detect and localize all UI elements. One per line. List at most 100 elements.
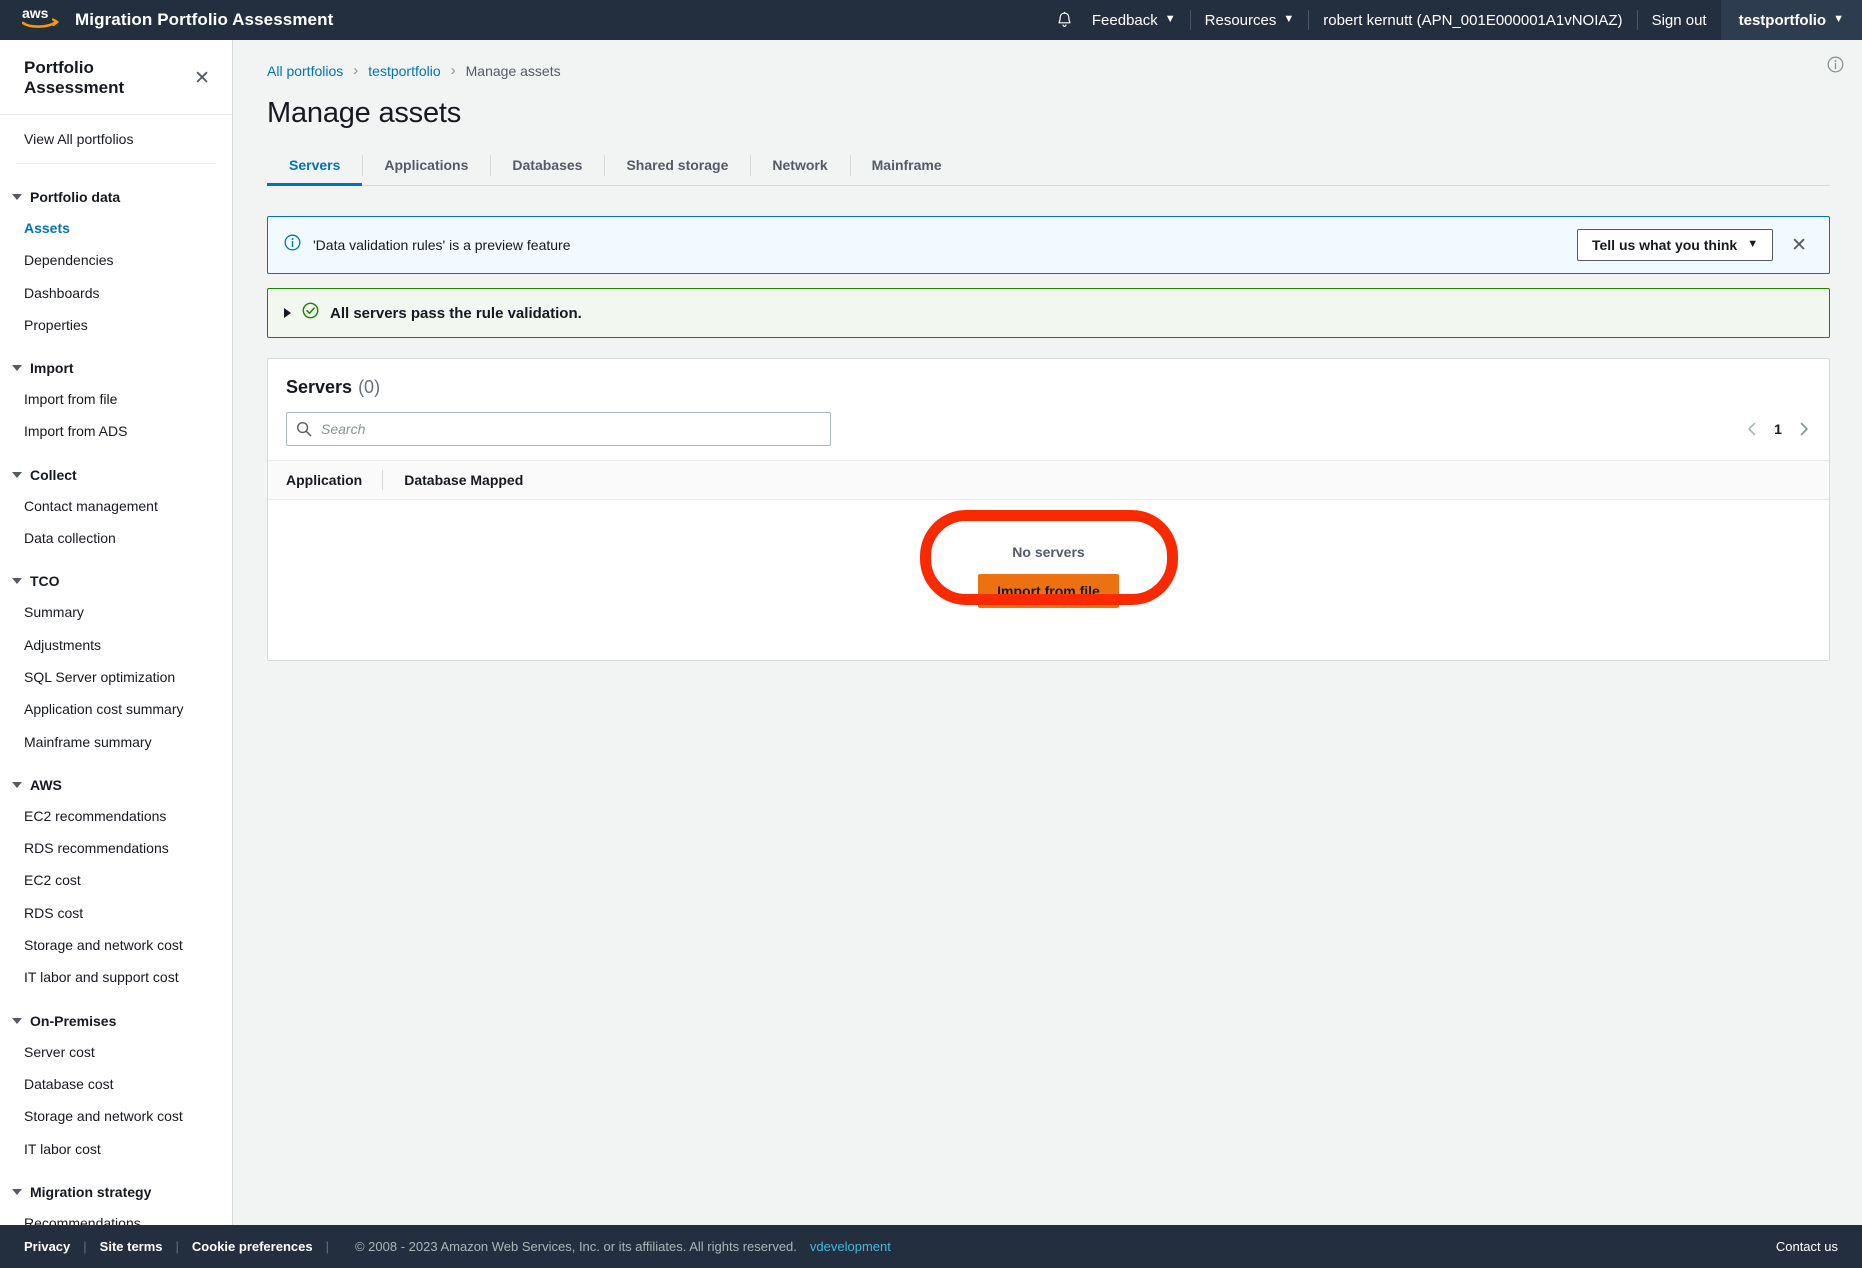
breadcrumb-item[interactable]: All portfolios (267, 63, 343, 79)
rule-validation-text: All servers pass the rule validation. (330, 304, 582, 322)
column-header[interactable]: Database Mapped (382, 470, 543, 490)
sidebar-group-header[interactable]: Migration strategy (0, 1177, 232, 1207)
tab-network[interactable]: Network (750, 146, 849, 185)
contact-us-link[interactable]: Contact us (1776, 1239, 1838, 1254)
triangle-down-icon (12, 471, 22, 478)
tab-applications[interactable]: Applications (362, 146, 490, 185)
sidebar-item-dependencies[interactable]: Dependencies (0, 244, 232, 276)
portfolio-switcher[interactable]: testportfolio ▼ (1720, 0, 1862, 40)
privacy-link[interactable]: Privacy (24, 1239, 70, 1254)
sidebar-group: AWS EC2 recommendations RDS recommendation… (0, 770, 232, 994)
rule-validation-banner: All servers pass the rule validation. (267, 288, 1830, 338)
pagination-page-number[interactable]: 1 (1773, 421, 1783, 437)
sidebar-item-storage-and-network-cost[interactable]: Storage and network cost (0, 1100, 232, 1132)
sidebar-group-label: Collect (30, 466, 77, 483)
info-circle-icon (284, 234, 301, 256)
sidebar-item-sql-server-optimization[interactable]: SQL Server optimization (0, 661, 232, 693)
sidebar-item-recommendations[interactable]: Recommendations (0, 1207, 232, 1225)
tab-mainframe[interactable]: Mainframe (849, 146, 964, 185)
dismiss-banner-icon[interactable]: ✕ (1785, 234, 1813, 257)
servers-table-card: Servers (0) Search 1 Application Databas… (267, 358, 1830, 661)
chevron-down-icon: ▼ (1833, 12, 1844, 25)
feedback-menu[interactable]: Feedback ▼ (1078, 0, 1190, 40)
sidebar-group: TCO Summary Adjustments SQL Server optimiza… (0, 566, 232, 757)
sidebar-item-rds-cost[interactable]: RDS cost (0, 897, 232, 929)
view-all-portfolios-link[interactable]: View All portfolios (24, 131, 133, 147)
sidebar-item-database-cost[interactable]: Database cost (0, 1068, 232, 1100)
sidebar-item-ec2-recommendations[interactable]: EC2 recommendations (0, 800, 232, 832)
breadcrumb-separator-icon: › (450, 62, 456, 79)
site-terms-link[interactable]: Site terms (100, 1239, 163, 1254)
top-navigation-bar: aws Migration Portfolio Assessment Feedb… (0, 0, 1862, 40)
resources-menu[interactable]: Resources ▼ (1191, 0, 1309, 40)
chevron-down-icon: ▼ (1747, 237, 1759, 250)
sidebar-title: Portfolio Assessment (24, 58, 125, 97)
close-icon[interactable]: ✕ (190, 67, 214, 90)
sidebar-header: Portfolio Assessment ✕ (0, 40, 232, 115)
account-label: robert kernutt (APN_001E000001A1vNOIAZ) (1323, 11, 1623, 29)
sidebar-item-it-labor-cost[interactable]: IT labor cost (0, 1133, 232, 1165)
sidebar-item-application-cost-summary[interactable]: Application cost summary (0, 693, 232, 725)
main-content: All portfolios › testportfolio › Manage asse… (233, 40, 1862, 1225)
sign-out-button[interactable]: Sign out (1638, 0, 1721, 40)
tab-servers[interactable]: Servers (267, 146, 363, 186)
notifications-bell-icon[interactable] (1052, 0, 1078, 40)
sidebar-item-data-collection[interactable]: Data collection (0, 522, 232, 554)
sidebar-item-storage-and-network-cost[interactable]: Storage and network cost (0, 929, 232, 961)
empty-state-text: No servers (1012, 544, 1085, 560)
sidebar-group-header[interactable]: Collect (0, 460, 232, 490)
table-header-row: Application Database Mapped (268, 460, 1829, 500)
sidebar-item-it-labor-and-support-cost[interactable]: IT labor and support cost (0, 961, 232, 993)
sidebar-group-header[interactable]: TCO (0, 566, 232, 596)
tab-databases[interactable]: Databases (490, 146, 604, 185)
triangle-right-icon[interactable] (284, 308, 291, 318)
page-info-icon[interactable] (1827, 56, 1844, 78)
tell-us-what-you-think-button[interactable]: Tell us what you think ▼ (1576, 229, 1774, 261)
sidebar-item-ec2-cost[interactable]: EC2 cost (0, 864, 232, 896)
feedback-label: Feedback (1091, 11, 1158, 29)
aws-logo-icon[interactable]: aws (21, 5, 59, 35)
sidebar-item-contact-management[interactable]: Contact management (0, 490, 232, 522)
breadcrumb-separator-icon: › (353, 62, 359, 79)
breadcrumb-item[interactable]: testportfolio (368, 63, 440, 79)
footer-left-group: Privacy | Site terms | Cookie preference… (24, 1239, 891, 1254)
sidebar-group-header[interactable]: On-Premises (0, 1006, 232, 1036)
divider: | (83, 1239, 87, 1254)
triangle-down-icon (12, 365, 22, 372)
triangle-down-icon (12, 781, 22, 788)
sidebar-item-adjustments[interactable]: Adjustments (0, 629, 232, 661)
sidebar-group-header[interactable]: AWS (0, 770, 232, 800)
sidebar-item-rds-recommendations[interactable]: RDS recommendations (0, 832, 232, 864)
resources-label: Resources (1204, 11, 1277, 29)
divider: | (175, 1239, 179, 1254)
sidebar-item-server-cost[interactable]: Server cost (0, 1036, 232, 1068)
tab-shared-storage[interactable]: Shared storage (604, 146, 750, 185)
sidebar-group-label: On-Premises (30, 1012, 117, 1029)
topnav-left-group: aws Migration Portfolio Assessment (0, 0, 333, 40)
sidebar-group-header[interactable]: Import (0, 353, 232, 383)
cookie-preferences-link[interactable]: Cookie preferences (192, 1239, 313, 1254)
sidebar-item-import-from-file[interactable]: Import from file (0, 383, 232, 415)
sidebar-item-properties[interactable]: Properties (0, 309, 232, 341)
breadcrumb: All portfolios › testportfolio › Manage asse… (267, 62, 1830, 79)
sidebar-view-all-portfolios[interactable]: View All portfolios (0, 115, 232, 163)
triangle-down-icon (12, 578, 22, 585)
sidebar-item-import-from-ads[interactable]: Import from ADS (0, 415, 232, 447)
column-header[interactable]: Application (286, 472, 382, 488)
chevron-right-icon[interactable] (1797, 421, 1811, 437)
sidebar-item-mainframe-summary[interactable]: Mainframe summary (0, 726, 232, 758)
sidebar-group: Migration strategy Recommendations (0, 1177, 232, 1225)
topnav-right-group: Feedback ▼ Resources ▼ robert kernutt (A… (1052, 0, 1862, 40)
chevron-left-icon[interactable] (1745, 421, 1759, 437)
sidebar-item-assets[interactable]: Assets (0, 212, 232, 244)
sidebar-group: Portfolio data Assets Dependencies Dashboar… (0, 182, 232, 341)
sidebar-item-dashboards[interactable]: Dashboards (0, 277, 232, 309)
sidebar-item-summary[interactable]: Summary (0, 596, 232, 628)
copyright-text: © 2008 - 2023 Amazon Web Services, Inc. … (354, 1239, 797, 1254)
sidebar-group-header[interactable]: Portfolio data (0, 182, 232, 212)
preview-banner-text: 'Data validation rules' is a preview fea… (313, 237, 571, 253)
sidebar-group: On-Premises Server cost Database cost Stora… (0, 1006, 232, 1165)
search-input[interactable] (286, 412, 831, 446)
import-from-file-button[interactable]: Import from file (978, 574, 1119, 608)
stage-link[interactable]: vdevelopment (810, 1239, 891, 1254)
